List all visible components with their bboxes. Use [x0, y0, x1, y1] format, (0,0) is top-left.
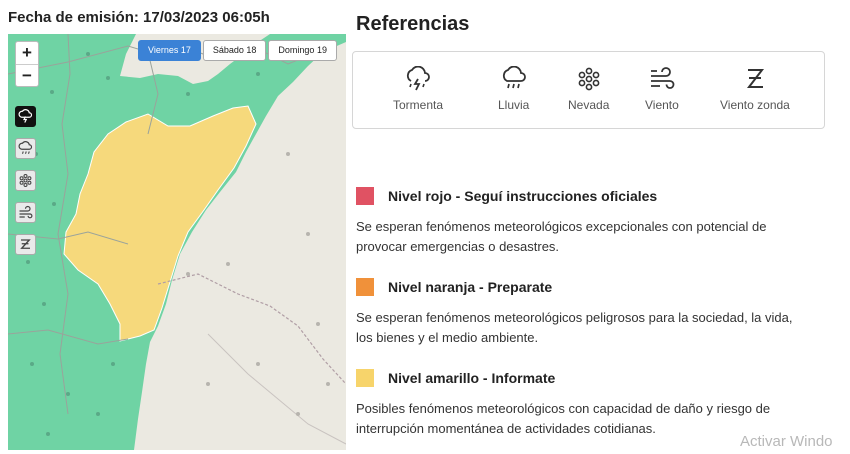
level-yellow-description: Posibles fenómenos meteorológicos con ca… — [356, 401, 771, 436]
zonda-wind-icon — [20, 239, 31, 249]
day-tabs: Viernes 17 Sábado 18 Domingo 19 — [138, 40, 337, 61]
zoom-out-button[interactable]: − — [16, 64, 38, 86]
zonda-layer-button[interactable] — [15, 234, 36, 255]
windows-activation-watermark: Activar Windo — [740, 433, 833, 450]
legend-label-viento-zonda: Viento zonda — [720, 98, 790, 112]
legend-label-tormenta: Tormenta — [393, 98, 444, 112]
layer-buttons — [15, 106, 36, 255]
level-yellow-title: Nivel amarillo - Informate — [388, 370, 556, 386]
yellow-swatch — [356, 369, 374, 387]
orange-swatch — [356, 278, 374, 296]
storm-icon — [406, 66, 430, 91]
snow-icon — [578, 67, 600, 91]
references-title: Referencias — [356, 13, 470, 35]
storm-layer-button[interactable] — [15, 106, 36, 127]
snow-icon — [19, 173, 32, 188]
wind-icon — [19, 205, 33, 219]
level-orange: Nivel naranja - Preparate Se esperan fen… — [356, 278, 796, 348]
legend-item-lluvia: Lluvia — [498, 66, 529, 112]
level-red-description: Se esperan fenómenos meteorológicos exce… — [356, 219, 767, 254]
storm-icon — [18, 109, 33, 123]
tab-viernes[interactable]: Viernes 17 — [138, 40, 201, 61]
tab-domingo[interactable]: Domingo 19 — [268, 40, 337, 61]
zonda-wind-icon — [746, 69, 764, 88]
references-legend: Tormenta Lluvia Nevada Viento Viento zon… — [352, 51, 825, 129]
tab-sabado[interactable]: Sábado 18 — [202, 40, 267, 61]
level-yellow: Nivel amarillo - Informate Posibles fenó… — [356, 369, 796, 439]
legend-item-viento: Viento — [645, 66, 679, 112]
legend-label-lluvia: Lluvia — [498, 98, 530, 112]
wind-icon — [650, 67, 675, 89]
red-swatch — [356, 187, 374, 205]
legend-item-tormenta: Tormenta — [393, 66, 443, 112]
legend-label-viento: Viento — [645, 98, 679, 112]
issue-date: Fecha de emisión: 17/03/2023 06:05h — [8, 9, 270, 26]
level-red-title: Nivel rojo - Seguí instrucciones oficial… — [388, 188, 658, 204]
map-canvas — [8, 34, 346, 450]
zoom-in-button[interactable]: + — [16, 42, 38, 64]
alert-map[interactable]: + − Viernes 17 Sábado 18 Domingo 19 — [8, 34, 346, 450]
wind-layer-button[interactable] — [15, 202, 36, 223]
snow-layer-button[interactable] — [15, 170, 36, 191]
legend-item-nevada: Nevada — [568, 66, 609, 112]
level-orange-description: Se esperan fenómenos meteorológicos peli… — [356, 310, 793, 345]
rain-layer-button[interactable] — [15, 138, 36, 159]
zoom-control: + − — [15, 41, 39, 87]
level-orange-title: Nivel naranja - Preparate — [388, 279, 553, 295]
rain-icon — [502, 66, 526, 89]
level-red: Nivel rojo - Seguí instrucciones oficial… — [356, 187, 796, 257]
legend-label-nevada: Nevada — [568, 98, 610, 112]
legend-item-viento-zonda: Viento zonda — [720, 66, 790, 112]
rain-icon — [18, 141, 33, 154]
